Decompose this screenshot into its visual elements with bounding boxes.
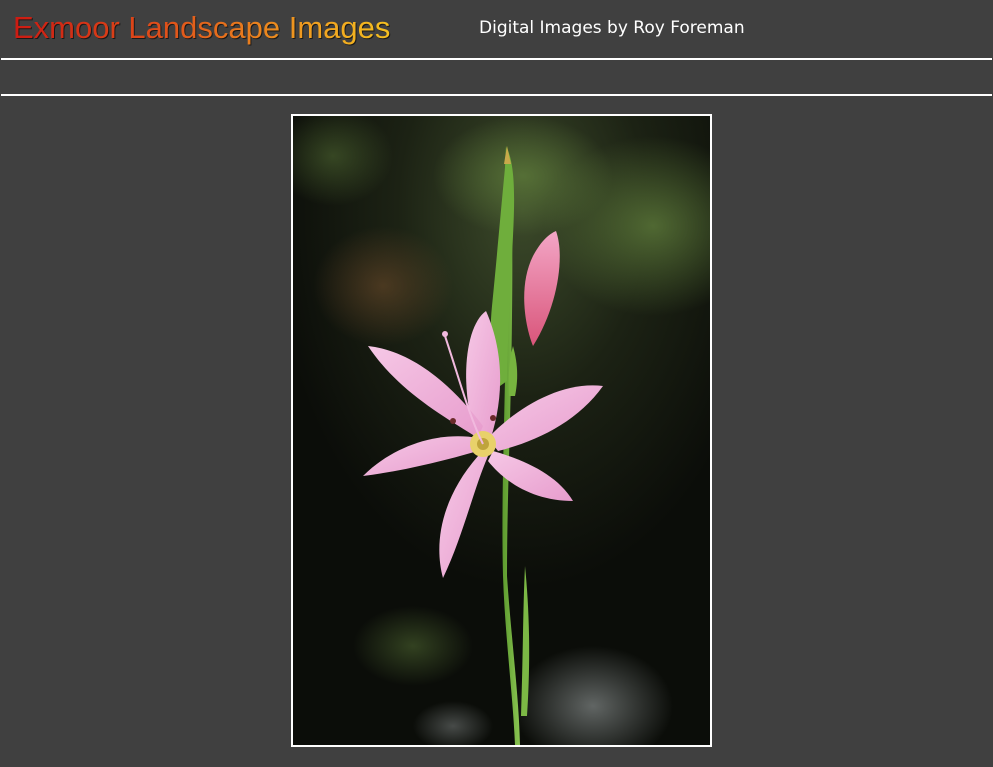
page: Exmoor Landscape Images Digital Images b…	[0, 0, 993, 767]
flower-photo-icon	[293, 116, 710, 745]
nav-divider	[1, 94, 992, 96]
main-photo[interactable]	[291, 114, 712, 747]
site-subtitle: Digital Images by Roy Foreman	[479, 18, 745, 38]
site-header: Exmoor Landscape Images Digital Images b…	[1, 1, 991, 58]
navigation-bar	[1, 60, 992, 94]
site-title[interactable]: Exmoor Landscape Images	[13, 9, 390, 47]
